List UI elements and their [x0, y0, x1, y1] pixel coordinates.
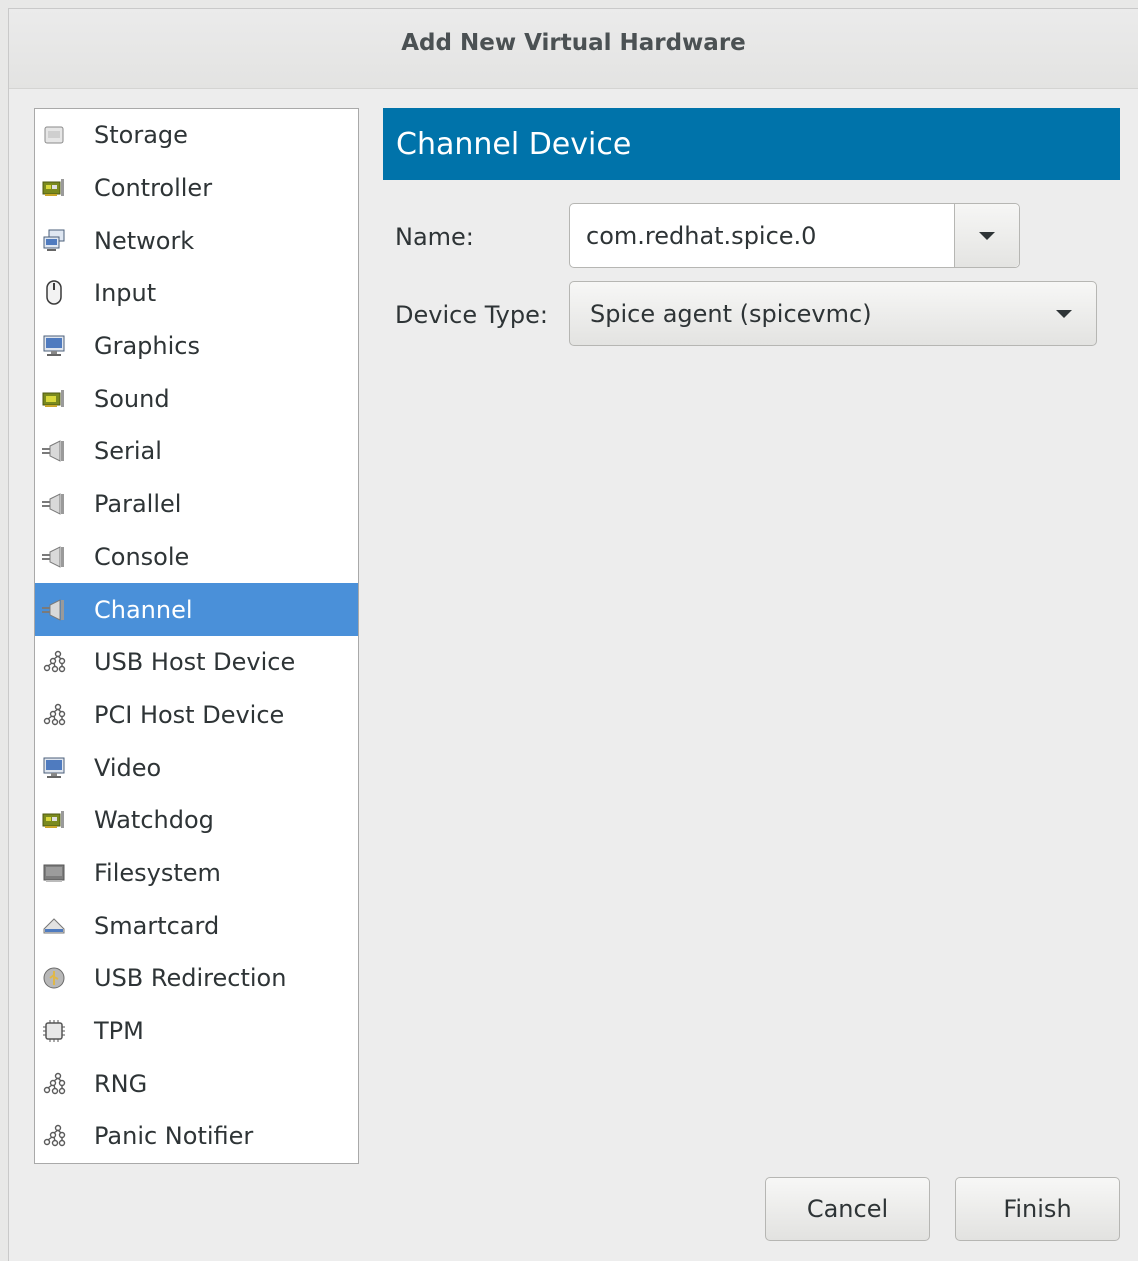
sidebar-item-controller[interactable]: Controller — [35, 162, 358, 215]
dialog-title: Add New Virtual Hardware — [401, 29, 746, 56]
sidebar-item-label: Channel — [94, 595, 193, 624]
sidebar-item-rng[interactable]: RNG — [35, 1057, 358, 1110]
sidebar-item-tpm[interactable]: TPM — [35, 1005, 358, 1058]
sidebar-item-label: USB Redirection — [94, 964, 287, 993]
sidebar-item-label: Parallel — [94, 490, 182, 519]
controller-card-icon — [41, 807, 67, 833]
sidebar-item-serial[interactable]: Serial — [35, 425, 358, 478]
storage-icon — [41, 122, 67, 148]
plug-icon — [41, 597, 67, 623]
sidebar-item-console[interactable]: Console — [35, 531, 358, 584]
controller-card-icon — [41, 175, 67, 201]
sidebar-item-label: Serial — [94, 437, 162, 466]
sidebar-item-filesystem[interactable]: Filesystem — [35, 847, 358, 900]
sidebar-item-label: Panic Notifier — [94, 1122, 254, 1151]
panel-header: Channel Device — [383, 108, 1120, 180]
title-bar[interactable]: Add New Virtual Hardware — [9, 9, 1138, 89]
sidebar-item-panic-notifier[interactable]: Panic Notifier — [35, 1110, 358, 1163]
sidebar-item-label: Smartcard — [94, 911, 220, 940]
sidebar-item-label: Sound — [94, 384, 170, 413]
sidebar-item-parallel[interactable]: Parallel — [35, 478, 358, 531]
sidebar-item-pci-host-device[interactable]: PCI Host Device — [35, 689, 358, 742]
sidebar-item-network[interactable]: Network — [35, 214, 358, 267]
name-dropdown-button[interactable] — [954, 204, 1019, 267]
monitor-icon — [41, 333, 67, 359]
finish-button[interactable]: Finish — [955, 1177, 1120, 1241]
device-tree-icon — [41, 1123, 67, 1149]
usb-icon — [41, 965, 67, 991]
chip-icon — [41, 1018, 67, 1044]
sidebar-item-usb-host-device[interactable]: USB Host Device — [35, 636, 358, 689]
sound-card-icon — [41, 386, 67, 412]
sidebar-item-input[interactable]: Input — [35, 267, 358, 320]
mouse-icon — [41, 280, 67, 306]
sidebar-item-graphics[interactable]: Graphics — [35, 320, 358, 373]
sidebar-item-usb-redirection[interactable]: USB Redirection — [35, 952, 358, 1005]
sidebar-item-label: Filesystem — [94, 858, 221, 887]
sidebar-item-video[interactable]: Video — [35, 741, 358, 794]
chevron-down-icon — [979, 231, 995, 240]
device-type-value: Spice agent (spicevmc) — [590, 299, 872, 328]
sidebar-item-watchdog[interactable]: Watchdog — [35, 794, 358, 847]
hardware-type-list[interactable]: Storage Controller Network Input Graphics Sou… — [34, 108, 359, 1164]
name-label: Name: — [395, 223, 474, 251]
smartcard-icon — [41, 913, 67, 939]
device-tree-icon — [41, 1071, 67, 1097]
device-type-label: Device Type: — [395, 301, 548, 329]
sidebar-item-channel[interactable]: Channel — [35, 583, 358, 636]
sidebar-item-sound[interactable]: Sound — [35, 372, 358, 425]
device-tree-icon — [41, 702, 67, 728]
network-icon — [41, 228, 67, 254]
filesystem-icon — [41, 860, 67, 886]
plug-icon — [41, 438, 67, 464]
sidebar-item-label: TPM — [94, 1017, 144, 1046]
sidebar-item-label: Video — [94, 753, 162, 782]
plug-icon — [41, 491, 67, 517]
sidebar-item-smartcard[interactable]: Smartcard — [35, 899, 358, 952]
chevron-down-icon — [1056, 309, 1072, 318]
sidebar-item-label: Input — [94, 279, 157, 308]
panel-title: Channel Device — [396, 126, 632, 162]
plug-icon — [41, 544, 67, 570]
sidebar-item-label: Storage — [94, 121, 188, 150]
sidebar-item-label: Controller — [94, 174, 213, 203]
sidebar-item-storage[interactable]: Storage — [35, 109, 358, 162]
device-type-select[interactable]: Spice agent (spicevmc) — [569, 281, 1097, 346]
sidebar-item-label: RNG — [94, 1069, 148, 1098]
cancel-button[interactable]: Cancel — [765, 1177, 930, 1241]
monitor-icon — [41, 755, 67, 781]
name-combo-entry[interactable]: com.redhat.spice.0 — [569, 203, 1020, 268]
device-tree-icon — [41, 649, 67, 675]
sidebar-item-label: Network — [94, 226, 195, 255]
name-field[interactable]: com.redhat.spice.0 — [586, 222, 954, 250]
sidebar-item-label: Graphics — [94, 332, 200, 361]
sidebar-item-label: PCI Host Device — [94, 700, 285, 729]
dialog-window: Add New Virtual Hardware Storage Controll… — [8, 8, 1138, 1261]
sidebar-item-label: Watchdog — [94, 806, 214, 835]
sidebar-item-label: Console — [94, 542, 190, 571]
sidebar-item-label: USB Host Device — [94, 648, 296, 677]
